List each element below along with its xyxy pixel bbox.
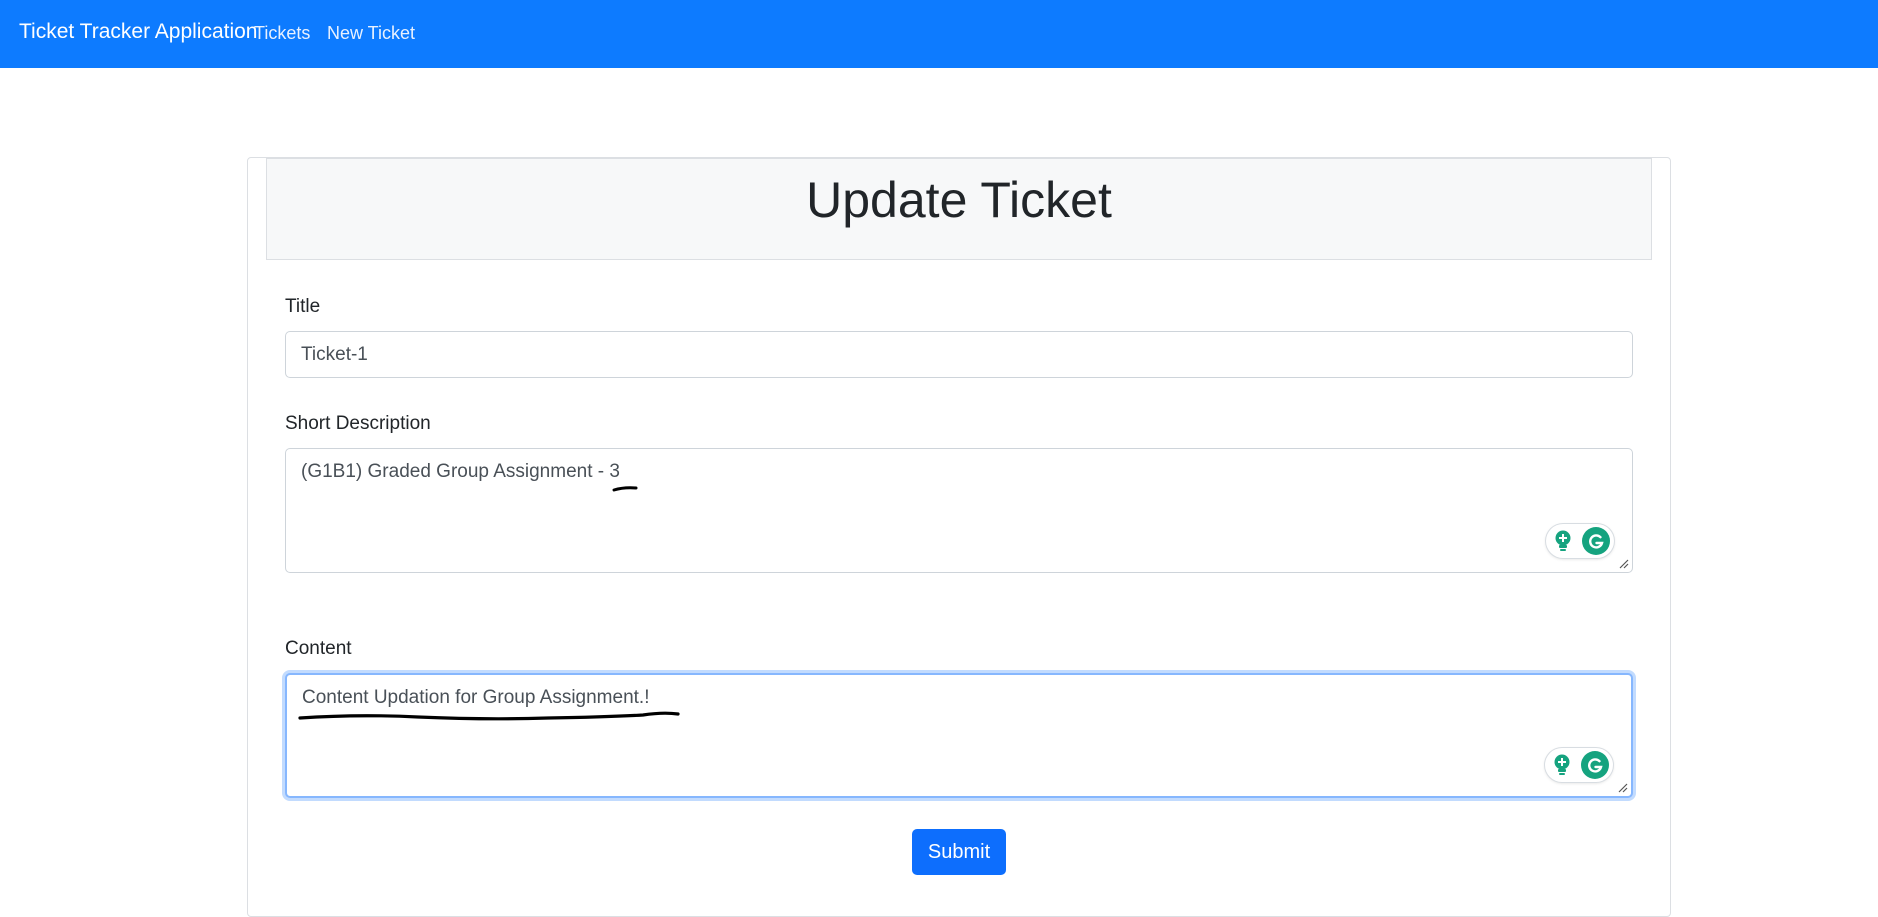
resize-handle-icon[interactable] — [1618, 783, 1628, 793]
nav-link-tickets[interactable]: Tickets — [254, 23, 310, 44]
page-title: Update Ticket — [806, 172, 1112, 228]
grammarly-widget[interactable] — [1545, 748, 1613, 782]
short-description-text: (G1B1) Graded Group Assignment - 3 — [301, 461, 620, 482]
short-description-textarea[interactable]: (G1B1) Graded Group Assignment - 3 — [285, 448, 1633, 573]
grammarly-widget[interactable] — [1546, 524, 1614, 558]
navbar-brand[interactable]: Ticket Tracker Application — [19, 20, 258, 44]
submit-button[interactable]: Submit — [912, 829, 1006, 875]
title-input[interactable]: Ticket-1 — [285, 331, 1633, 378]
grammarly-g-icon[interactable] — [1582, 527, 1610, 555]
resize-handle-icon[interactable] — [1619, 559, 1629, 569]
content-label: Content — [285, 638, 352, 659]
content-text: Content Updation for Group Assignment.! — [302, 687, 650, 708]
top-navbar: Ticket Tracker Application Tickets New T… — [0, 0, 1878, 68]
lightbulb-icon[interactable] — [1554, 530, 1572, 552]
lightbulb-icon[interactable] — [1553, 754, 1571, 776]
nav-link-new-ticket[interactable]: New Ticket — [327, 23, 415, 44]
card-header: Update Ticket — [266, 158, 1652, 260]
grammarly-g-icon[interactable] — [1581, 751, 1609, 779]
content-textarea[interactable]: Content Updation for Group Assignment.! — [285, 673, 1633, 798]
short-description-label: Short Description — [285, 413, 431, 434]
title-label: Title — [285, 296, 321, 317]
